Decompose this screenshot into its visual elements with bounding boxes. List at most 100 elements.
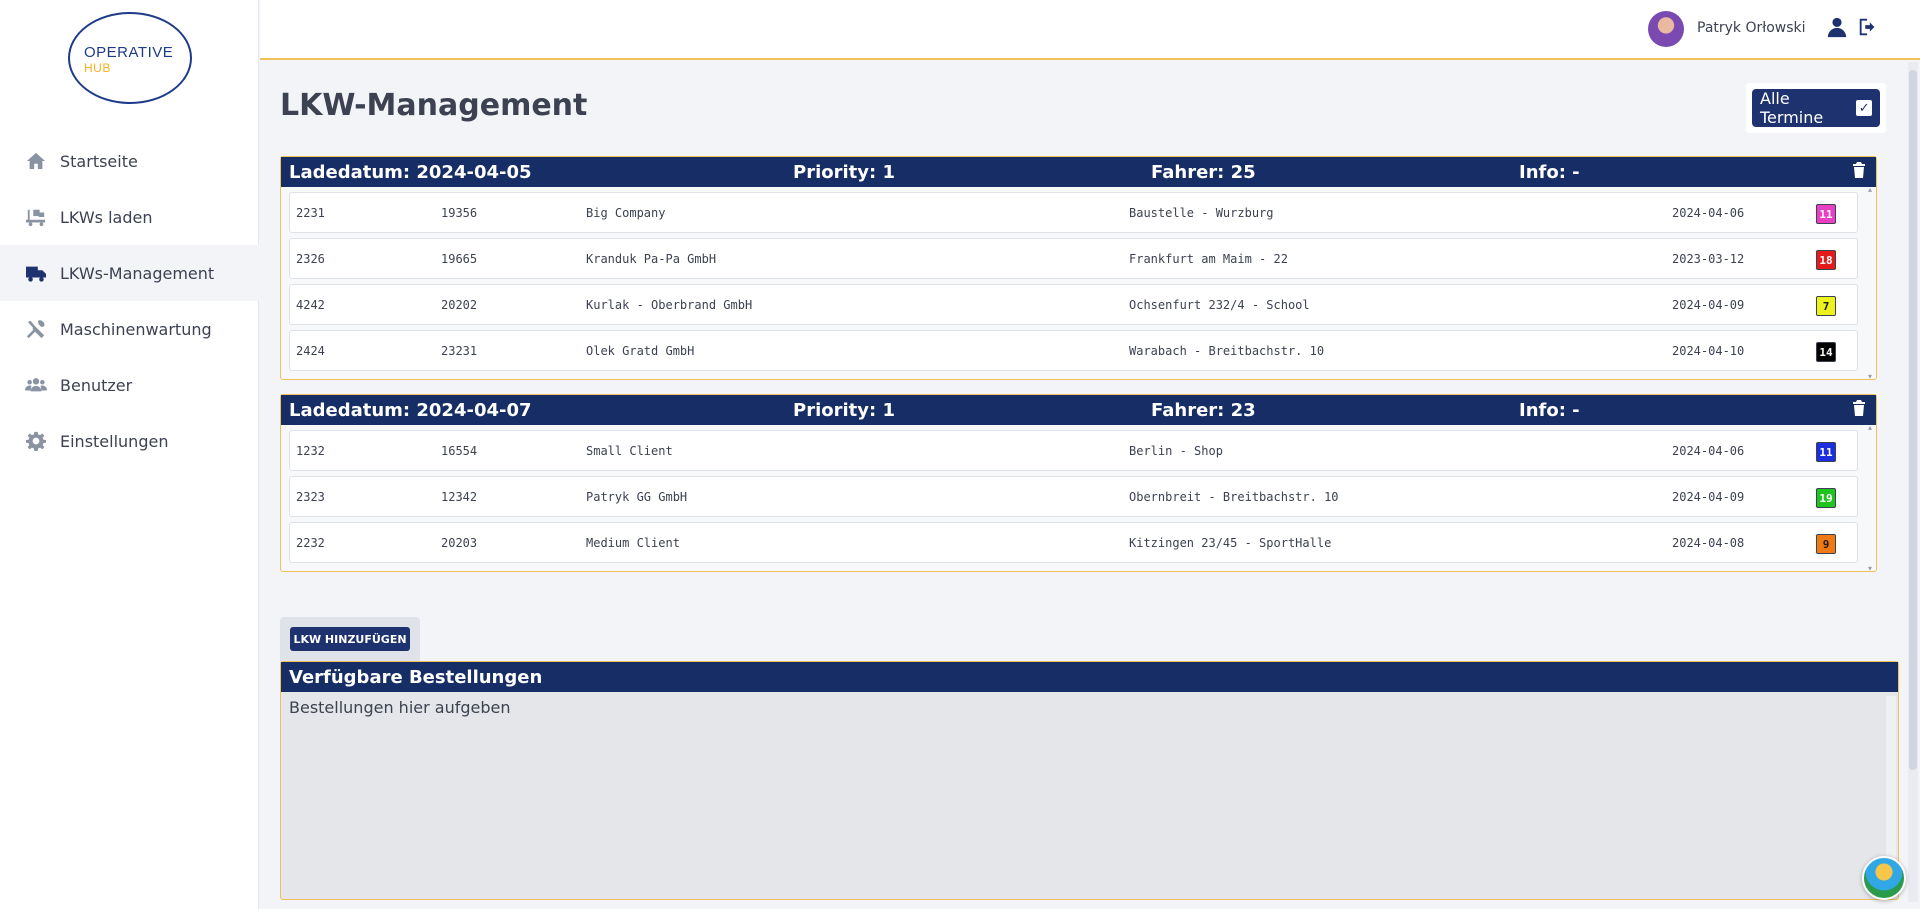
order-c2: 16554 — [441, 444, 478, 458]
truck-fahrer: Fahrer: 25 — [1151, 162, 1256, 183]
truck-ladedatum: Ladedatum: 2024-04-05 — [289, 162, 532, 183]
order-date: 2024-04-08 — [1672, 536, 1745, 550]
sidebar-item-maschinenwartung[interactable]: Maschinenwartung — [0, 301, 259, 357]
truck-panel: Ladedatum: 2024-04-07 Priority: 1 Fahrer: … — [280, 394, 1877, 573]
order-row[interactable]: 2232 20203 Medium Client Kitzingen 23/45 - … — [289, 522, 1858, 563]
sidebar-item-benutzer[interactable]: Benutzer — [0, 357, 259, 413]
truck-info: Info: - — [1519, 162, 1580, 183]
user-icon[interactable] — [1826, 16, 1848, 38]
order-address: Obernbreit - Breitbachstr. 10 — [1129, 490, 1339, 504]
sidebar-item-lkws-laden[interactable]: LKWs laden — [0, 189, 259, 245]
order-c1: 2231 — [296, 206, 325, 220]
gear-icon — [24, 431, 48, 451]
order-c1: 2424 — [296, 344, 325, 358]
orders-dropzone[interactable]: Bestellungen hier aufgeben — [281, 692, 1898, 723]
avatar[interactable] — [1648, 11, 1684, 47]
operative-hub-logo[interactable]: OPERATIVE HUB — [68, 12, 192, 104]
alle-termine-container: Alle Termine ✓ — [1746, 83, 1886, 133]
order-row[interactable]: 4242 20202 Kurlak - Oberbrand GmbH Ochsenfu… — [289, 284, 1858, 325]
logo-text-operative: OPERATIVE — [84, 44, 174, 61]
page-title: LKW-Management — [280, 88, 588, 123]
truck-loading-icon — [24, 207, 48, 227]
order-row[interactable]: 2424 23231 Olek Gratd GmbH Warabach - Breit… — [289, 330, 1858, 371]
order-client: Olek Gratd GmbH — [586, 344, 695, 358]
alle-termine-checkbox[interactable]: ✓ — [1856, 100, 1872, 116]
order-c2: 20202 — [441, 298, 478, 312]
order-c2: 12342 — [441, 490, 478, 504]
sidebar-item-startseite[interactable]: Startseite — [0, 133, 259, 189]
order-address: Berlin - Shop — [1129, 444, 1223, 458]
order-c2: 19356 — [441, 206, 478, 220]
truck-panel: Ladedatum: 2024-04-05 Priority: 1 Fahrer: … — [280, 156, 1877, 381]
logo-text-hub: HUB — [84, 61, 111, 75]
order-c1: 4242 — [296, 298, 325, 312]
sidebar-item-label: Maschinenwartung — [60, 319, 212, 339]
order-c1: 2323 — [296, 490, 325, 504]
truck-list-scrollbar[interactable] — [1868, 423, 1874, 573]
order-date: 2023-03-12 — [1672, 252, 1745, 266]
order-client: Big Company — [586, 206, 666, 220]
order-count-badge: 11 — [1816, 204, 1836, 224]
sidebar-nav: Startseite LKWs laden LKWs-Management Ma… — [0, 133, 259, 469]
assistant-fab-button[interactable] — [1862, 856, 1906, 900]
order-address: Baustelle - Wurzburg — [1129, 206, 1274, 220]
truck-ladedatum: Ladedatum: 2024-04-07 — [289, 400, 532, 421]
available-orders-panel: Verfügbare Bestellungen Bestellungen hie… — [280, 661, 1899, 900]
tools-icon — [24, 319, 48, 339]
sidebar-item-einstellungen[interactable]: Einstellungen — [0, 413, 259, 469]
order-row[interactable]: 1232 16554 Small Client Berlin - Shop 2024-0… — [289, 430, 1858, 471]
order-address: Frankfurt am Maim - 22 — [1129, 252, 1288, 266]
order-c1: 2232 — [296, 536, 325, 550]
sidebar-item-label: Benutzer — [60, 375, 133, 395]
order-client: Medium Client — [586, 536, 680, 550]
order-count-badge: 7 — [1816, 296, 1836, 316]
truck-fahrer: Fahrer: 23 — [1151, 400, 1256, 421]
home-icon — [24, 151, 48, 171]
add-truck-button[interactable]: LKW HINZUFÜGEN — [290, 627, 410, 651]
user-name: Patryk Orłowski — [1697, 20, 1806, 36]
order-address: Warabach - Breitbachstr. 10 — [1129, 344, 1325, 358]
top-header: Patryk Orłowski — [260, 0, 1920, 60]
order-address: Kitzingen 23/45 - SportHalle — [1129, 536, 1332, 550]
order-date: 2024-04-09 — [1672, 298, 1745, 312]
truck-list-scrollbar[interactable] — [1868, 185, 1874, 381]
order-date: 2024-04-06 — [1672, 206, 1745, 220]
order-c1: 2326 — [296, 252, 325, 266]
truck-panel-header: Ladedatum: 2024-04-07 Priority: 1 Fahrer: … — [281, 395, 1876, 425]
sidebar-item-lkws-management[interactable]: LKWs-Management — [0, 245, 259, 301]
order-client: Small Client — [586, 444, 673, 458]
trash-icon[interactable] — [1852, 400, 1866, 416]
order-row[interactable]: 2323 12342 Patryk GG GmbH Obernbreit - Brei… — [289, 476, 1858, 517]
order-c2: 23231 — [441, 344, 478, 358]
sidebar-item-label: Startseite — [60, 151, 138, 171]
order-row[interactable]: 2231 19356 Big Company Baustelle - Wurzburg… — [289, 192, 1858, 233]
sidebar-item-label: LKWs-Management — [60, 263, 215, 283]
order-row[interactable]: 2326 19665 Kranduk Pa-Pa GmbH Frankfurt am … — [289, 238, 1858, 279]
orders-placeholder: Bestellungen hier aufgeben — [289, 698, 511, 717]
truck-info: Info: - — [1519, 400, 1580, 421]
logout-icon[interactable] — [1857, 16, 1879, 38]
order-date: 2024-04-06 — [1672, 444, 1745, 458]
order-count-badge: 11 — [1816, 442, 1836, 462]
truck-icon — [24, 263, 48, 283]
order-address: Ochsenfurt 232/4 - School — [1129, 298, 1310, 312]
order-c1: 1232 — [296, 444, 325, 458]
check-icon: ✓ — [1858, 100, 1870, 116]
order-c2: 19665 — [441, 252, 478, 266]
order-count-badge: 14 — [1816, 342, 1836, 362]
alle-termine-toggle[interactable]: Alle Termine ✓ — [1752, 89, 1880, 127]
order-client: Patryk GG GmbH — [586, 490, 688, 504]
users-icon — [24, 375, 48, 395]
order-count-badge: 9 — [1816, 534, 1836, 554]
page-scrollbar-thumb[interactable] — [1909, 70, 1917, 770]
order-date: 2024-04-10 — [1672, 344, 1745, 358]
trash-icon[interactable] — [1852, 162, 1866, 178]
order-count-badge: 18 — [1816, 250, 1836, 270]
page-scrollbar[interactable] — [1908, 62, 1918, 902]
sidebar-item-label: Einstellungen — [60, 431, 169, 451]
order-date: 2024-04-09 — [1672, 490, 1745, 504]
truck-order-list: 2231 19356 Big Company Baustelle - Wurzburg… — [281, 185, 1876, 381]
available-orders-title: Verfügbare Bestellungen — [281, 662, 1898, 692]
truck-panel-header: Ladedatum: 2024-04-05 Priority: 1 Fahrer: … — [281, 157, 1876, 187]
alle-termine-label: Alle Termine — [1760, 89, 1824, 127]
